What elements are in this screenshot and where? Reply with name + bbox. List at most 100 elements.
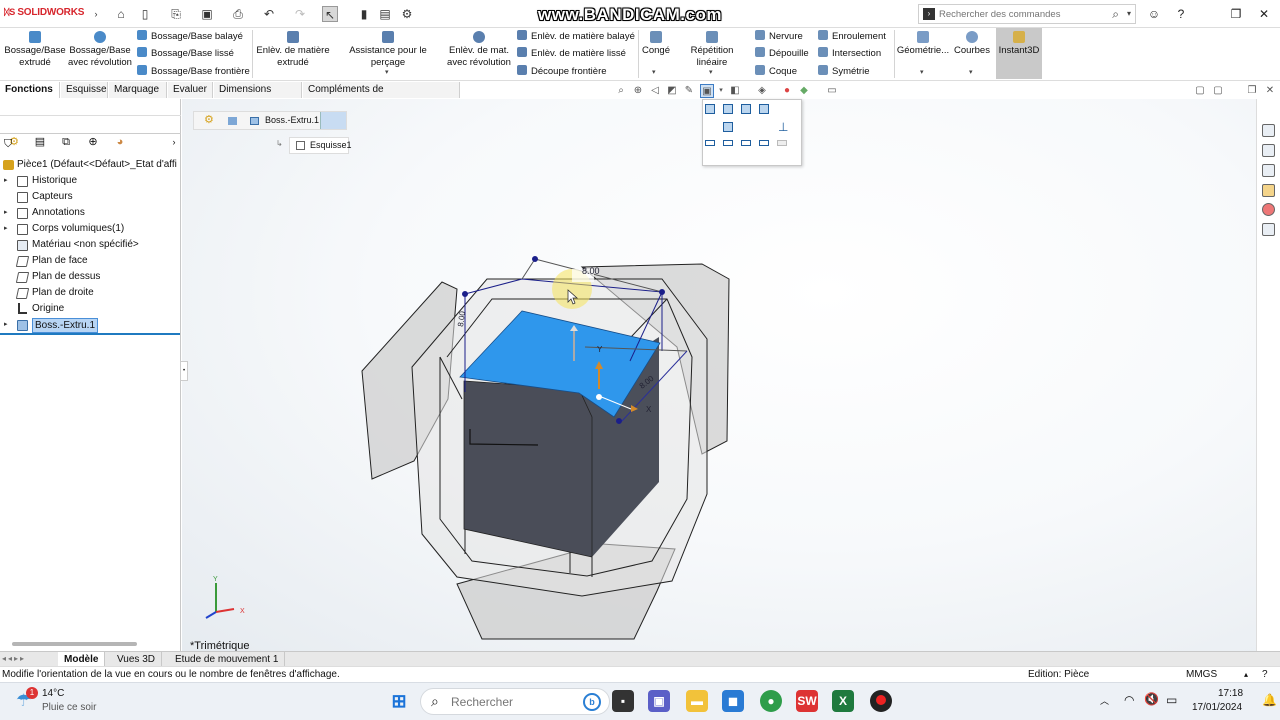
command-search[interactable]: › ⌕ ▾ [918, 4, 1136, 24]
section-view-icon[interactable]: ◩ [665, 84, 679, 98]
repetition-lineaire-button[interactable]: Répétition linéaire [674, 30, 750, 69]
enlev-extrude-button[interactable]: Enlèv. de matière extrudé [256, 30, 330, 69]
expand-icon[interactable]: ▸ [4, 173, 8, 189]
chevron-up-icon[interactable]: ▴ [1244, 667, 1248, 683]
weather-temperature[interactable]: 14°C [42, 688, 64, 699]
tree-item-origine[interactable]: Origine [0, 301, 180, 317]
tab-vues-3d[interactable]: Vues 3D [111, 652, 162, 667]
filter-icon[interactable]: ⛉ [4, 138, 12, 151]
viewport-maximize-icon[interactable]: ❐ [1245, 84, 1259, 98]
link-views-icon[interactable] [777, 140, 787, 146]
dimension-top[interactable]: 8.00 [582, 266, 600, 276]
new-document-icon[interactable]: ▯ [137, 6, 153, 22]
intersection-button[interactable]: Intersection [818, 47, 881, 60]
open-icon[interactable]: ⎘ [168, 6, 184, 22]
viewport-close-icon[interactable]: ✕ [1263, 84, 1277, 98]
view-palette-icon[interactable] [1262, 184, 1275, 197]
windows-start-icon[interactable]: ⊞ [388, 690, 410, 712]
single-view-icon[interactable] [705, 140, 715, 146]
viewport-tile-icon[interactable]: ▢ [1211, 84, 1225, 98]
view-back-icon[interactable] [723, 104, 733, 114]
restore-window-icon[interactable]: ❐ [1228, 6, 1244, 22]
chrome-icon[interactable]: ● [760, 690, 782, 712]
part-breadcrumb-icon[interactable]: ⚙ [204, 112, 214, 129]
horizontal-scrollbar[interactable] [12, 642, 137, 646]
close-window-icon[interactable]: ✕ [1256, 6, 1272, 22]
courbes-button[interactable]: Courbes [952, 30, 992, 57]
displaymanager-tab-icon[interactable]: ◕ [109, 134, 131, 150]
tab-fonctions[interactable]: Fonctions [0, 82, 60, 98]
undo-icon[interactable]: ↶ [261, 6, 277, 22]
file-properties-icon[interactable]: ▤ [377, 6, 393, 22]
enlev-lisse-button[interactable]: Enlèv. de matière lissé [517, 47, 626, 60]
panel-collapse-handle[interactable]: • [180, 361, 188, 381]
tab-esquisse[interactable]: Esquisse [61, 82, 108, 98]
breadcrumb-feature[interactable]: Boss.-Extru.1 [265, 112, 319, 129]
view-settings-icon[interactable]: ▭ [825, 84, 839, 98]
tab-evaluer[interactable]: Evaluer [168, 82, 213, 98]
previous-view-icon[interactable]: ◁ [648, 84, 662, 98]
notification-bell-icon[interactable]: 🔔 [1262, 693, 1277, 707]
tab-modele[interactable]: Modèle [58, 652, 106, 667]
store-icon[interactable]: ◼ [722, 690, 744, 712]
two-view-horizontal-icon[interactable] [723, 140, 733, 146]
conge-button[interactable]: Congé [640, 30, 672, 57]
status-help-icon[interactable]: ? [1262, 667, 1268, 683]
tree-item-plan-de-droite[interactable]: Plan de droite [0, 285, 180, 301]
taskbar-time[interactable]: 17:18 [1218, 688, 1243, 699]
enroulement-button[interactable]: Enroulement [818, 30, 886, 43]
tree-item-boss-extru[interactable]: ▸ Boss.-Extru.1 [0, 317, 180, 333]
instant3d-button[interactable]: Instant3D [996, 28, 1042, 79]
two-view-vertical-icon[interactable] [741, 140, 751, 146]
bossage-lisse-button[interactable]: Bossage/Base lissé [137, 47, 234, 60]
viewport-minimize-icon[interactable]: ▢ [1193, 84, 1207, 98]
tab-etude-mouvement[interactable]: Etude de mouvement 1 [169, 652, 286, 667]
tree-item-corps-volumiques[interactable]: ▸ Corps volumiques(1) [0, 221, 180, 237]
dimxpert-tab-icon[interactable]: ⊕ [82, 134, 104, 150]
normal-to-icon[interactable]: ⊥ [778, 120, 788, 134]
view-top-icon[interactable] [723, 122, 733, 132]
decoupe-frontiere-button[interactable]: Découpe frontière [517, 65, 607, 78]
display-style-icon[interactable]: ◧ [728, 84, 742, 98]
four-view-icon[interactable] [759, 140, 769, 146]
breadcrumb-end[interactable] [320, 112, 346, 129]
chevron-down-icon[interactable]: ▾ [920, 68, 924, 76]
redo-icon[interactable]: ↷ [292, 6, 308, 22]
enlev-revolution-button[interactable]: Enlèv. de mat. avec révolution [446, 30, 512, 69]
battery-icon[interactable]: ▭ [1166, 693, 1177, 707]
command-search-input[interactable] [939, 7, 1109, 21]
depouille-button[interactable]: Dépouille [755, 47, 809, 60]
chevron-down-icon[interactable]: ▾ [1127, 9, 1131, 18]
view-right-icon[interactable] [759, 104, 769, 114]
symetrie-button[interactable]: Symétrie [818, 65, 869, 78]
propertymanager-tab-icon[interactable]: ▤ [29, 134, 51, 150]
traffic-light-icon[interactable]: ▮ [356, 6, 372, 22]
teams-icon[interactable]: ▣ [648, 690, 670, 712]
view-left-icon[interactable] [741, 104, 751, 114]
chevron-down-icon[interactable]: ▾ [714, 84, 728, 98]
print-icon[interactable]: ⎙ [230, 6, 246, 22]
select-icon[interactable]: ↖ [322, 6, 338, 22]
gear-icon[interactable]: ⚙ [399, 6, 415, 22]
tree-item-materiau[interactable]: Matériau <non spécifié> [0, 237, 180, 253]
rollback-bar[interactable] [0, 333, 180, 335]
excel-icon[interactable]: X [832, 690, 854, 712]
bossage-extrude-button[interactable]: Bossage/Base extrudé [4, 30, 66, 69]
bandicam-icon[interactable] [870, 690, 892, 712]
bing-icon[interactable]: b [583, 693, 601, 711]
bossage-balaye-button[interactable]: Bossage/Base balayé [137, 30, 243, 43]
tab-dimensions-mbd[interactable]: Dimensions MBD [214, 82, 302, 111]
taskbar-search[interactable]: ⌕ b [420, 688, 610, 715]
tree-item-plan-de-face[interactable]: Plan de face [0, 253, 180, 269]
body-breadcrumb-icon[interactable] [228, 117, 237, 125]
zoom-area-icon[interactable]: ⊕ [631, 84, 645, 98]
solidworks-taskbar-icon[interactable]: SW [796, 690, 818, 712]
file-explorer-taskbar-icon[interactable]: ▬ [686, 690, 708, 712]
appearance-icon[interactable]: ● [780, 84, 794, 98]
hide-show-icon[interactable]: ◈ [755, 84, 769, 98]
appearances-icon[interactable] [1262, 203, 1275, 216]
chevron-down-icon[interactable]: ▾ [385, 68, 389, 76]
view-front-icon[interactable] [705, 104, 715, 114]
bossage-revolution-button[interactable]: Bossage/Base avec révolution [68, 30, 132, 69]
search-icon[interactable]: ⌕ [1112, 7, 1119, 22]
